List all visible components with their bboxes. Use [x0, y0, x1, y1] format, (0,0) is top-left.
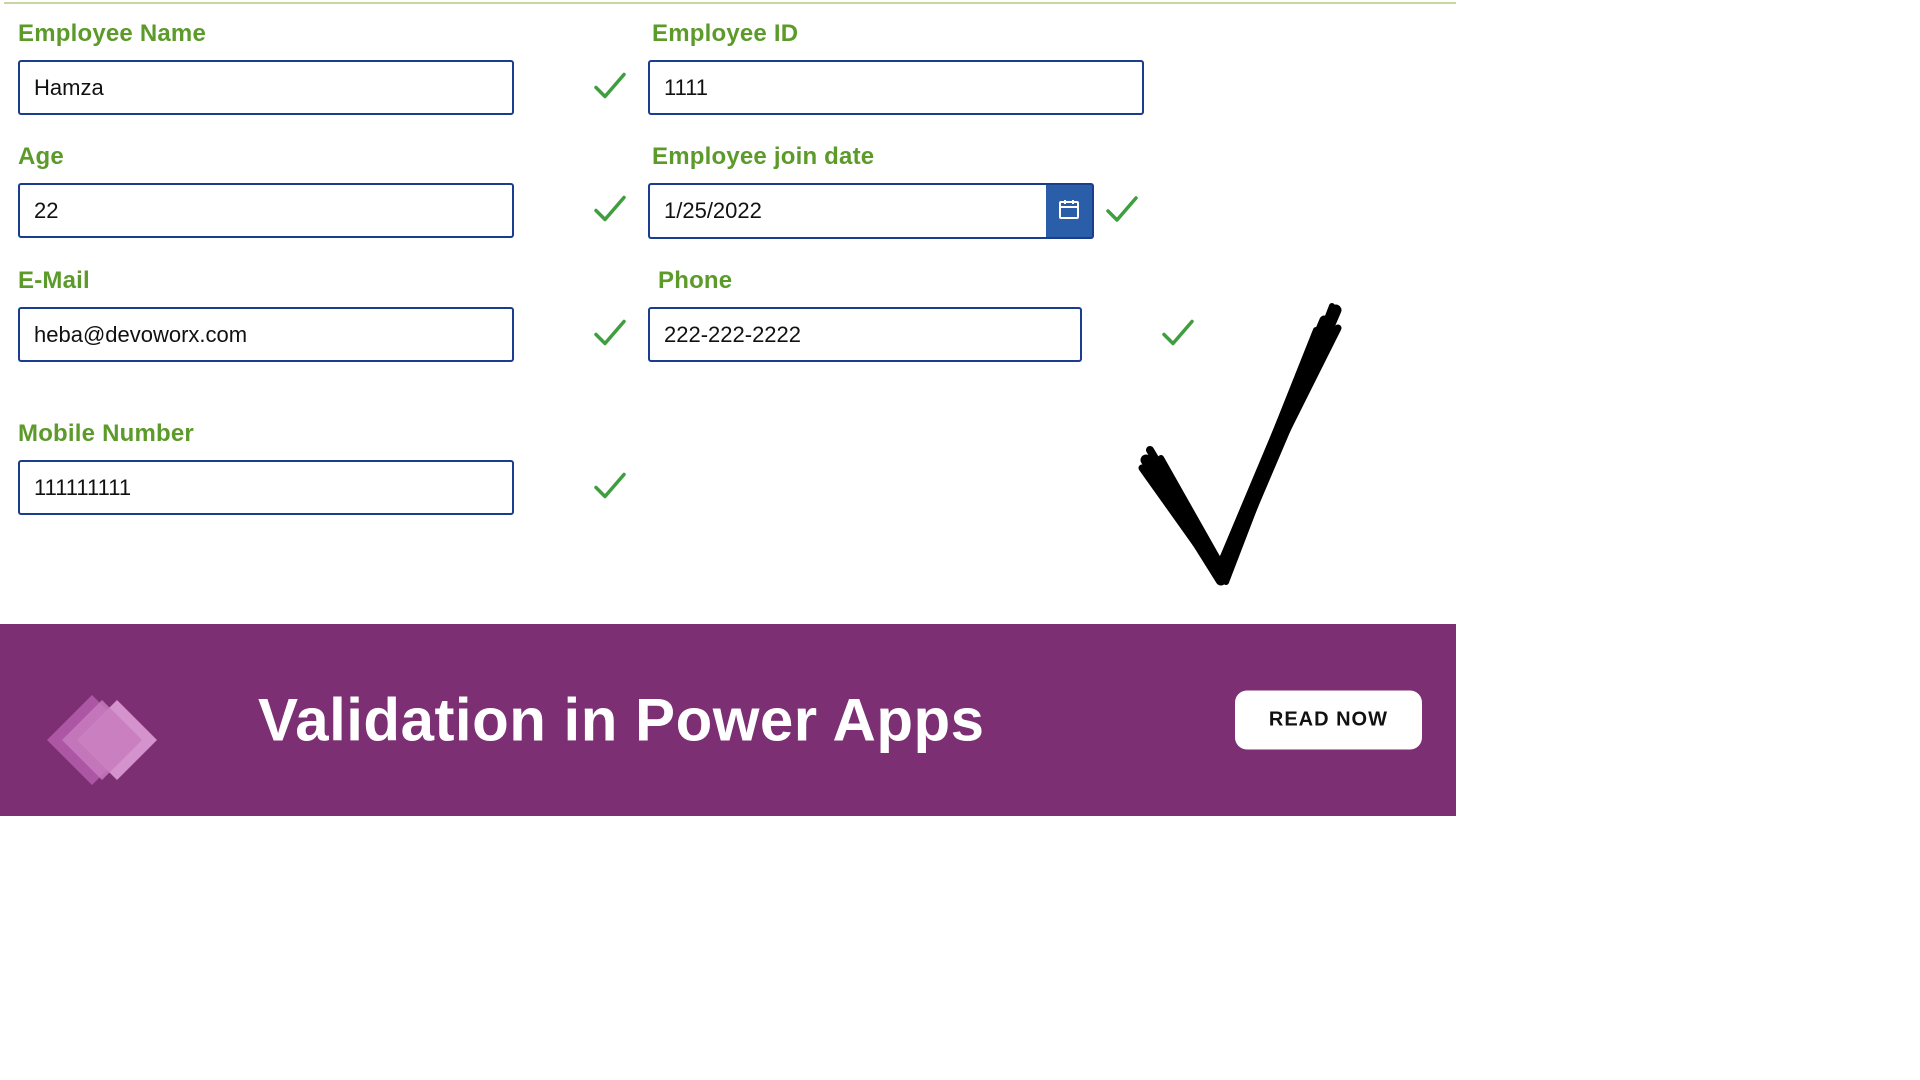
email-field: E-Mail [18, 267, 638, 362]
read-now-button[interactable]: READ NOW [1235, 691, 1422, 750]
big-checkmark-icon [1126, 300, 1356, 610]
employee-name-input[interactable] [18, 60, 514, 115]
banner: Validation in Power Apps READ NOW [0, 624, 1456, 816]
email-input[interactable] [18, 307, 514, 362]
employee-name-field: Employee Name [18, 20, 638, 115]
check-icon [590, 65, 630, 110]
age-label: Age [18, 143, 638, 171]
email-label: E-Mail [18, 267, 638, 295]
mobile-field: Mobile Number [18, 420, 638, 515]
check-icon [590, 465, 630, 510]
age-field: Age [18, 143, 638, 238]
top-divider [4, 2, 1456, 4]
check-icon [590, 312, 630, 357]
calendar-button[interactable] [1046, 183, 1094, 239]
join-date-label: Employee join date [652, 143, 1268, 171]
phone-input[interactable] [648, 307, 1082, 362]
employee-id-label: Employee ID [652, 20, 1268, 48]
age-input[interactable] [18, 183, 514, 238]
mobile-input[interactable] [18, 460, 514, 515]
mobile-label: Mobile Number [18, 420, 638, 448]
employee-id-input[interactable] [648, 60, 1144, 115]
check-icon [1102, 189, 1142, 234]
join-date-input[interactable] [648, 183, 1046, 239]
join-date-field: Employee join date [648, 143, 1268, 239]
employee-id-field: Employee ID [648, 20, 1268, 115]
calendar-icon [1057, 197, 1081, 226]
banner-title: Validation in Power Apps [258, 686, 1216, 755]
phone-label: Phone [658, 267, 1268, 295]
employee-name-label: Employee Name [18, 20, 638, 48]
powerapps-logo-icon [2, 650, 172, 816]
check-icon [590, 188, 630, 233]
